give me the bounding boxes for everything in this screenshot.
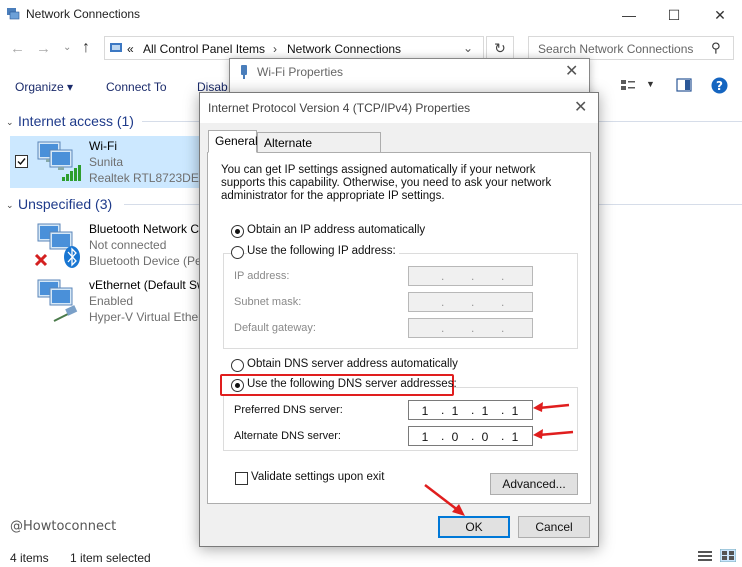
alternate-dns-label: Alternate DNS server: bbox=[234, 430, 341, 442]
preview-pane-icon[interactable] bbox=[676, 78, 692, 92]
item-count: 4 items bbox=[10, 551, 49, 565]
validate-checkbox[interactable] bbox=[235, 472, 248, 485]
tiles-view-icon[interactable] bbox=[720, 549, 736, 562]
wifi-select-checkbox[interactable] bbox=[15, 155, 28, 168]
selection-count: 1 item selected bbox=[70, 551, 151, 565]
view-options-chevron-icon[interactable]: ▼ bbox=[646, 79, 655, 89]
vethernet-device-name: Hyper-V Virtual Ether bbox=[89, 310, 203, 324]
details-view-icon[interactable] bbox=[698, 550, 712, 562]
explorer-titlebar: Network Connections — ☐ ✕ bbox=[0, 0, 742, 30]
breadcrumb-control-panel[interactable]: All Control Panel Items bbox=[143, 42, 265, 56]
ip-manual-label[interactable]: Use the following IP address: bbox=[247, 245, 399, 257]
connect-to-button[interactable]: Connect To bbox=[106, 80, 167, 94]
minimize-button[interactable]: — bbox=[614, 4, 644, 26]
wifi-name: Wi-Fi bbox=[89, 139, 117, 153]
advanced-button[interactable]: Advanced... bbox=[490, 473, 578, 495]
ethernet-adapter-icon bbox=[34, 277, 84, 325]
watermark: @Howtoconnect bbox=[10, 519, 117, 534]
ipv4-dialog-titlebar: Internet Protocol Version 4 (TCP/IPv4) P… bbox=[200, 93, 598, 123]
preferred-dns-arrow-icon bbox=[531, 397, 571, 415]
ok-button-arrow-icon bbox=[422, 482, 468, 518]
ip-manual-radio[interactable] bbox=[231, 246, 244, 259]
dns-auto-radio[interactable] bbox=[231, 359, 244, 372]
dns-manual-radio[interactable] bbox=[231, 379, 244, 392]
bluetooth-device-name: Bluetooth Device (Pe bbox=[89, 254, 202, 268]
help-icon[interactable]: ? bbox=[711, 77, 728, 94]
wifi-device-name: Realtek RTL8723DE 80 bbox=[89, 171, 216, 185]
ip-address-field: . . . bbox=[408, 266, 533, 286]
network-connections-icon bbox=[6, 7, 20, 21]
network-adapter-icon bbox=[238, 64, 250, 80]
dns-manual-label[interactable]: Use the following DNS server addresses: bbox=[247, 378, 457, 390]
bluetooth-adapter-icon bbox=[34, 221, 84, 271]
wifi-network-name: Sunita bbox=[89, 155, 124, 169]
tab-general[interactable]: General bbox=[208, 130, 258, 153]
default-gateway-field: . . . bbox=[408, 318, 533, 338]
ok-button[interactable]: OK bbox=[438, 516, 510, 538]
settings-description: You can get IP settings assigned automat… bbox=[221, 164, 552, 202]
wifi-dialog-close-button[interactable]: ✕ bbox=[565, 61, 578, 81]
group-header-unspecified[interactable]: Unspecified (3) bbox=[18, 196, 112, 212]
subnet-mask-label: Subnet mask: bbox=[234, 296, 302, 308]
preferred-dns-label: Preferred DNS server: bbox=[234, 404, 343, 416]
search-icon[interactable]: ⚲ bbox=[711, 40, 721, 56]
general-tab-panel: You can get IP settings assigned automat… bbox=[207, 152, 591, 504]
wifi-dialog-title: Wi-Fi Properties bbox=[257, 65, 344, 79]
address-bar[interactable]: « All Control Panel Items › Network Conn… bbox=[104, 36, 484, 60]
search-input[interactable]: Search Network Connections bbox=[538, 42, 693, 56]
cancel-button[interactable]: Cancel bbox=[518, 516, 590, 538]
back-arrow-icon[interactable]: ← bbox=[10, 40, 25, 57]
wifi-adapter-icon bbox=[34, 139, 84, 183]
close-window-button[interactable]: ✕ bbox=[705, 4, 735, 26]
svg-text:?: ? bbox=[716, 79, 723, 93]
bluetooth-name: Bluetooth Network C bbox=[89, 222, 200, 236]
search-box[interactable]: Search Network Connections ⚲ bbox=[528, 36, 734, 60]
up-arrow-icon[interactable]: ↑ bbox=[82, 39, 90, 57]
subnet-mask-field: . . . bbox=[408, 292, 533, 312]
tab-alternate-configuration[interactable]: Alternate Configuration bbox=[257, 132, 381, 164]
forward-arrow-icon[interactable]: → bbox=[36, 40, 51, 57]
breadcrumb-overflow[interactable]: « bbox=[127, 42, 134, 56]
alternate-dns-field[interactable]: 1. 0. 0. 1 bbox=[408, 426, 533, 446]
preferred-dns-field[interactable]: 1. 1. 1. 1 bbox=[408, 400, 533, 420]
vethernet-status: Enabled bbox=[89, 294, 134, 308]
organize-menu[interactable]: Organize ▾ bbox=[15, 80, 73, 94]
breadcrumb-network-connections[interactable]: Network Connections bbox=[287, 42, 401, 56]
vethernet-name: vEthernet (Default Sw bbox=[89, 278, 206, 292]
recent-locations-chevron-icon[interactable]: ⌄ bbox=[63, 42, 71, 53]
default-gateway-label: Default gateway: bbox=[234, 322, 316, 334]
refresh-button[interactable]: ↻ bbox=[486, 36, 514, 60]
ipv4-dialog-title: Internet Protocol Version 4 (TCP/IPv4) P… bbox=[208, 101, 471, 115]
dns-auto-label[interactable]: Obtain DNS server address automatically bbox=[247, 358, 458, 370]
control-panel-icon bbox=[109, 41, 123, 55]
ip-auto-label[interactable]: Obtain an IP address automatically bbox=[247, 224, 425, 236]
breadcrumb-separator: › bbox=[273, 42, 277, 56]
address-dropdown-icon[interactable]: ⌄ bbox=[463, 41, 473, 55]
ipv4-dialog-close-button[interactable]: ✕ bbox=[574, 97, 587, 117]
group-collapse-chevron-icon[interactable]: ⌄ bbox=[6, 117, 14, 128]
validate-label[interactable]: Validate settings upon exit bbox=[251, 471, 384, 483]
alternate-dns-arrow-icon bbox=[531, 424, 575, 442]
group-header-internet-access[interactable]: Internet access (1) bbox=[18, 113, 134, 129]
ip-auto-radio[interactable] bbox=[231, 225, 244, 238]
ip-address-label: IP address: bbox=[234, 270, 290, 282]
maximize-button[interactable]: ☐ bbox=[659, 4, 689, 26]
change-view-icon[interactable] bbox=[620, 78, 636, 92]
window-title: Network Connections bbox=[26, 7, 141, 21]
ipv4-properties-dialog: Internet Protocol Version 4 (TCP/IPv4) P… bbox=[199, 92, 599, 547]
bluetooth-status: Not connected bbox=[89, 238, 167, 252]
group-collapse-chevron-icon[interactable]: ⌄ bbox=[6, 200, 14, 211]
